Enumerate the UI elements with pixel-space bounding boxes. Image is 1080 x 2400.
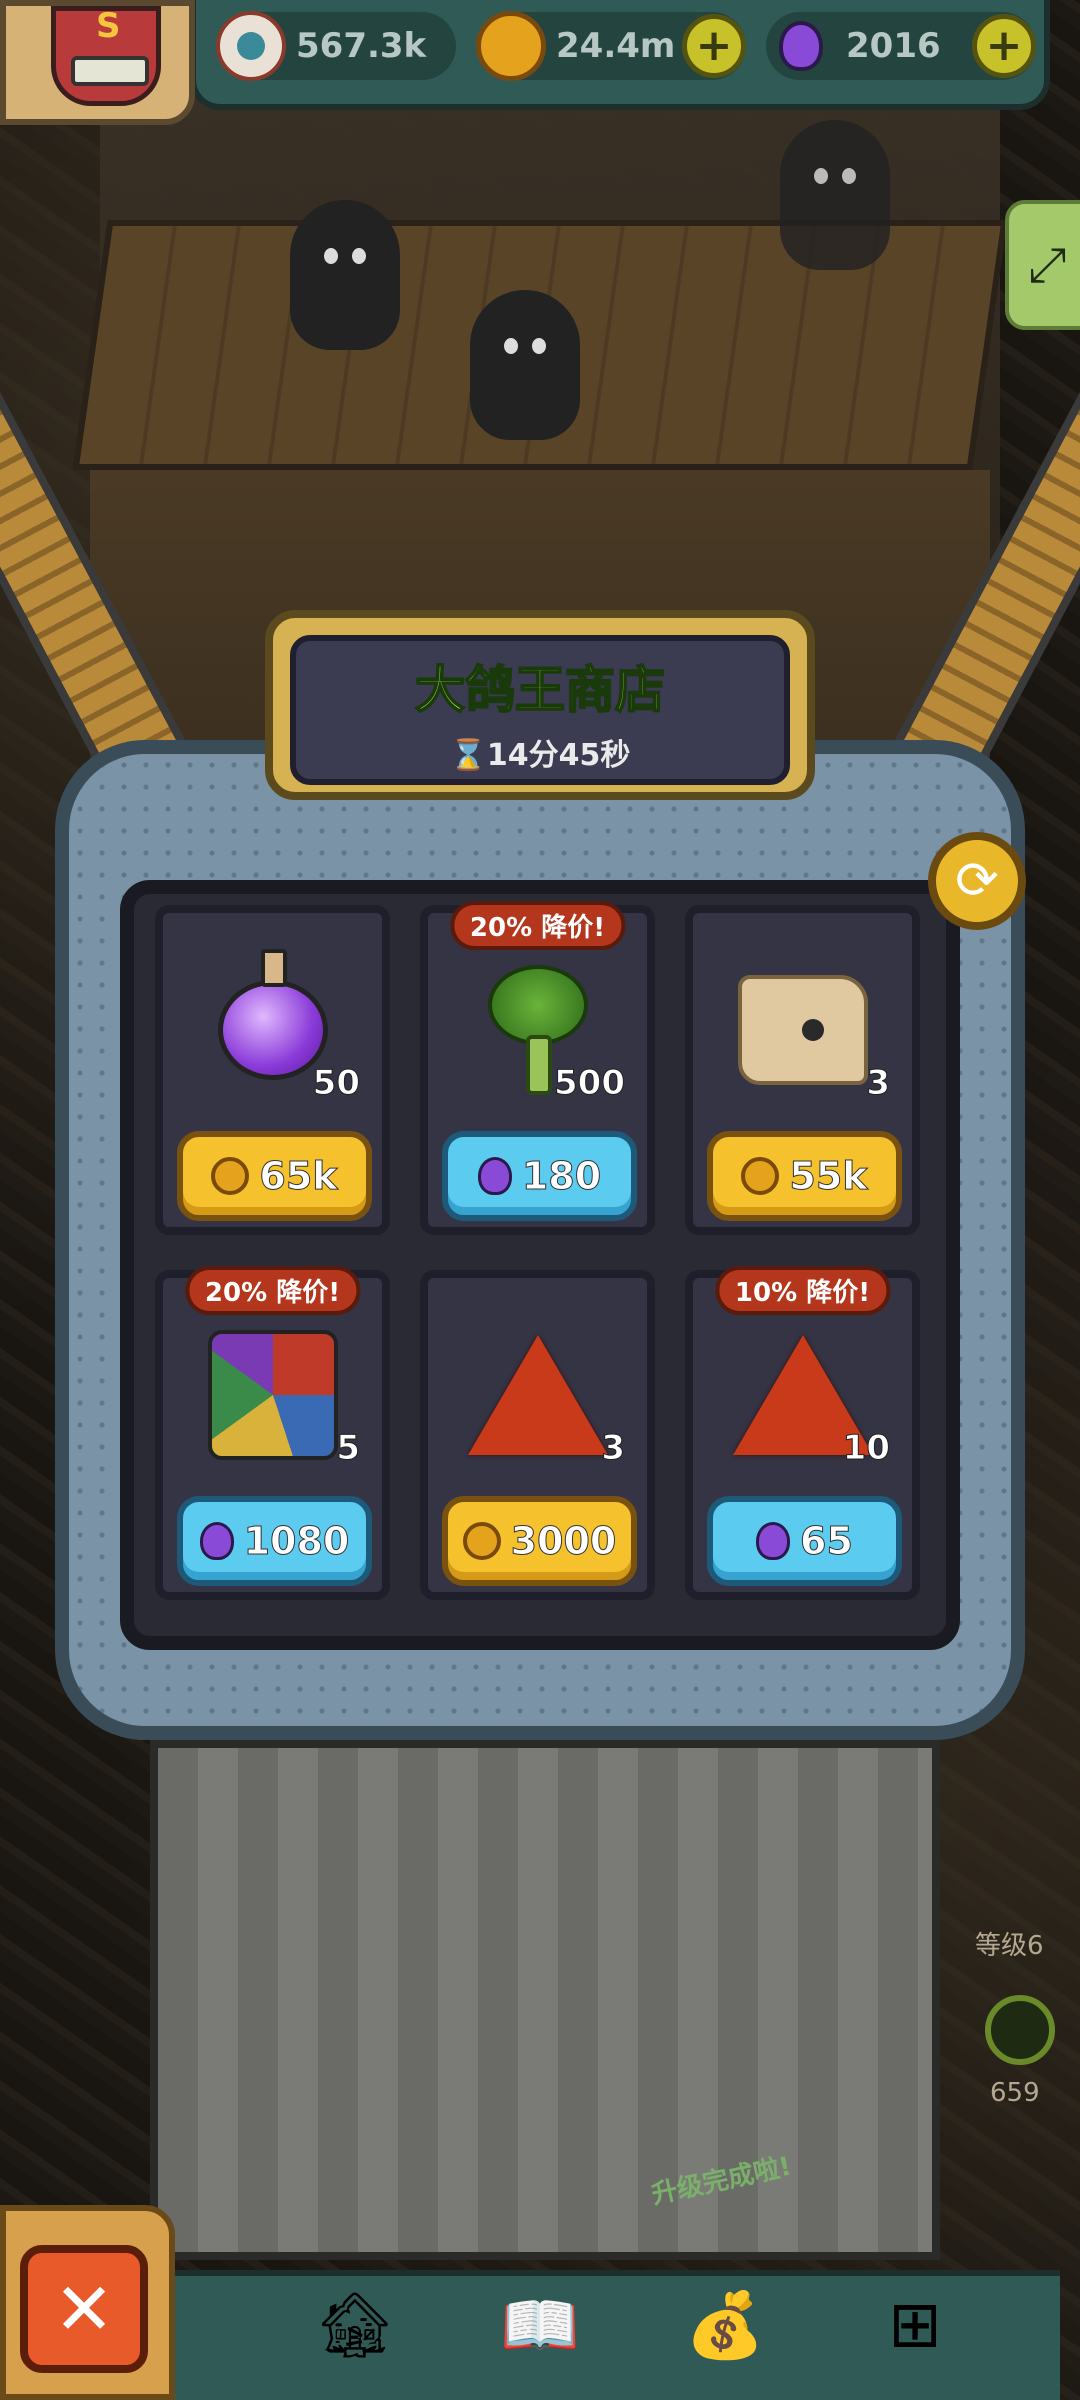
shop-item-slot: 20% 降价! 5 1080: [155, 1266, 390, 1600]
close-icon: ✕: [53, 2267, 115, 2351]
item-quantity: 3: [601, 1428, 626, 1469]
price-label: 65: [800, 1519, 854, 1564]
resource-bar: 567.3k 24.4m + 2016 +: [190, 0, 1050, 110]
potion-icon: [199, 1522, 234, 1560]
discount-badge: 20% 降价!: [184, 1266, 361, 1315]
ring-count: 659: [990, 2078, 1040, 2108]
game-screen: 升级完成啦! 567.3k 24.4m + 2016 + S ⤢ 大鸽王商店 ⌛…: [0, 0, 1080, 2400]
shop-item-slot: 3 3000: [420, 1270, 655, 1600]
price-label: 1080: [243, 1519, 350, 1564]
shop-item-slot: 50 65k: [155, 905, 390, 1235]
player-avatar[interactable]: S: [0, 0, 195, 125]
red-crystal-icon: [467, 1330, 608, 1460]
potion-icon: [756, 1522, 791, 1560]
coins-resource: 24.4m +: [476, 11, 746, 81]
discount-badge: 20% 降价!: [449, 901, 626, 950]
coin-icon: [211, 1157, 250, 1195]
shop-item-slot: 20% 降价! 500 180: [420, 901, 655, 1235]
buy-button[interactable]: 1080: [177, 1496, 372, 1586]
expand-icon[interactable]: ⤢: [1005, 200, 1080, 330]
pigeon-character: [470, 290, 580, 440]
price-label: 65k: [259, 1154, 338, 1199]
discount-badge: 10% 降价!: [714, 1266, 891, 1315]
buy-button[interactable]: 3000: [442, 1496, 637, 1586]
hourglass-icon: ⌛: [449, 738, 487, 773]
price-label: 55k: [789, 1154, 868, 1199]
shop-timer-text: 14分45秒: [486, 738, 631, 773]
buy-button[interactable]: 180: [442, 1131, 637, 1221]
refresh-icon: ⟳: [955, 851, 999, 911]
coins-value: 24.4m: [556, 26, 676, 66]
potions-resource: 2016 +: [766, 12, 1036, 80]
money-bag-icon[interactable]: 💰: [670, 2270, 780, 2380]
potions-value: 2016: [846, 26, 941, 66]
avatar-s-emblem: S: [96, 6, 121, 46]
old-map-icon: [737, 965, 868, 1095]
book-icon[interactable]: 📖: [485, 2270, 595, 2380]
item-quantity: 10: [842, 1428, 890, 1469]
shop-title: 大鸽王商店: [414, 660, 666, 720]
grid-menu-icon[interactable]: ⊞: [860, 2270, 970, 2380]
item-quantity: 3: [866, 1063, 891, 1104]
potion-icon: [477, 1157, 512, 1195]
price-label: 3000: [510, 1519, 617, 1564]
buy-button[interactable]: 55k: [707, 1131, 902, 1221]
ring-icon[interactable]: [985, 1995, 1055, 2065]
curtain-stage: [150, 1740, 940, 2260]
coin-icon: [462, 1522, 501, 1560]
eyeball-icon: [216, 11, 286, 81]
eyes-value: 567.3k: [296, 26, 427, 66]
item-quantity: 5: [336, 1428, 361, 1469]
item-quantity: 50: [312, 1063, 360, 1104]
price-label: 180: [521, 1154, 602, 1199]
refresh-shop-button[interactable]: ⟳: [928, 832, 1026, 930]
pigeon-character: [780, 120, 890, 270]
shop-item-slot: 10% 降价! 10 65: [685, 1266, 920, 1600]
buy-button[interactable]: 65: [707, 1496, 902, 1586]
buy-button[interactable]: 65k: [177, 1131, 372, 1221]
eyes-resource: 567.3k: [216, 11, 456, 81]
pigeon-character: [290, 200, 400, 350]
shop-item-slot: 3 55k: [685, 905, 920, 1235]
coin-icon: [476, 11, 546, 81]
add-potions-button[interactable]: +: [972, 14, 1036, 78]
item-quantity: 500: [554, 1063, 626, 1104]
close-button[interactable]: ✕: [20, 2245, 148, 2373]
coin-icon: [741, 1157, 780, 1195]
shop-timer: ⌛14分45秒: [290, 730, 790, 774]
level-label: 等级6: [975, 1931, 1044, 1961]
monster-house-icon[interactable]: 🏚: [300, 2270, 410, 2380]
junk-pile-icon: [207, 1330, 338, 1460]
potion-icon: [766, 11, 836, 81]
add-coins-button[interactable]: +: [682, 14, 746, 78]
